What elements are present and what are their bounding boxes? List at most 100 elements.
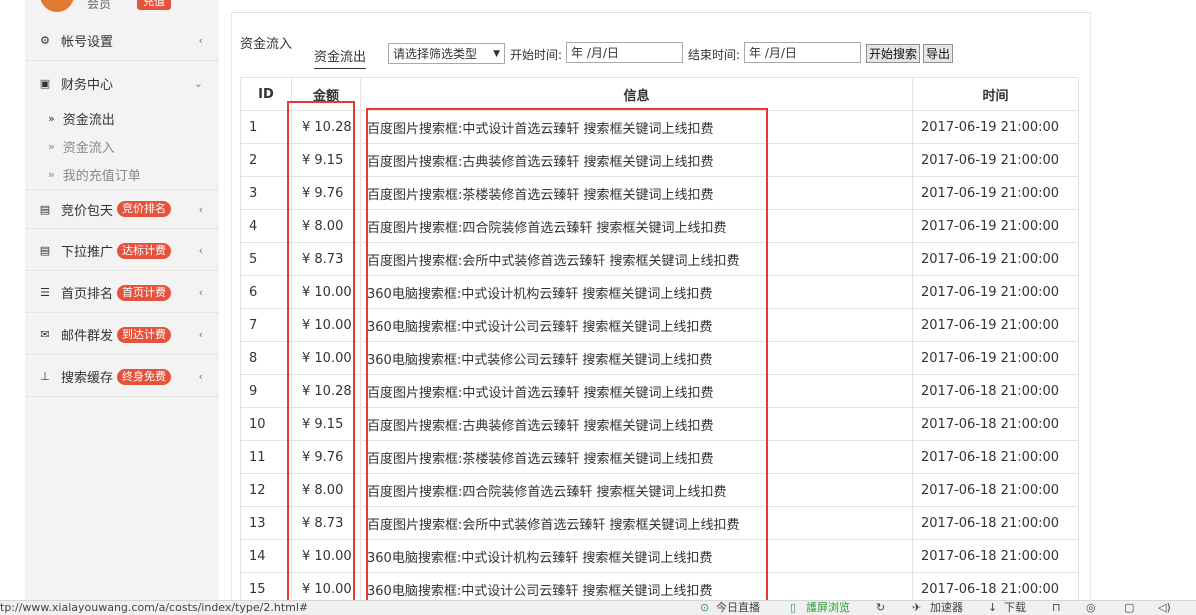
chevron-left-icon: ‹	[198, 34, 203, 47]
triangle-down-icon: ▼	[493, 48, 500, 59]
column-header-info: 信息	[360, 77, 913, 111]
window-icon[interactable]: ▢	[1124, 601, 1134, 615]
cell-info: 百度图片搜索框:中式设计首选云臻轩 搜索框关键词上线扣费	[360, 374, 913, 408]
end-date-input[interactable]: 年 /月/日	[744, 42, 861, 63]
status-badge: 竞价排名	[117, 201, 172, 217]
cell-id: 8	[240, 341, 292, 375]
filter-type-select[interactable]: 请选择筛选类型 ▼	[388, 43, 505, 64]
user-name: 会员	[87, 0, 112, 11]
cell-id: 9	[240, 374, 292, 408]
sidebar-item-finance[interactable]: ▣ 财务中心 ⌄	[25, 63, 219, 103]
export-button[interactable]: 导出	[923, 44, 954, 63]
sidebar-sub-funds-out[interactable]: » 资金流出	[25, 104, 219, 132]
sidebar-item-search-cache[interactable]: ⊥ 搜索缓存 终身免费 ‹	[25, 357, 219, 397]
list-card-icon: ▤	[39, 202, 51, 216]
table-row: 13 ¥ 8.73 百度图片搜索框:会所中式装修首选云臻轩 搜索框关键词上线扣费 20…	[240, 506, 1079, 540]
chevron-down-icon: ⌄	[193, 76, 203, 90]
browser-icon[interactable]: ◎	[1086, 601, 1096, 615]
cell-time: 2017-06-19 21:00:00	[912, 110, 1079, 144]
gear-icon: ⚙	[40, 34, 50, 47]
cell-time: 2017-06-19 21:00:00	[912, 242, 1079, 276]
status-accelerate[interactable]: 加速器	[930, 601, 963, 615]
table-row: 9 ¥ 10.28 百度图片搜索框:中式设计首选云臻轩 搜索框关键词上线扣费 2017…	[240, 374, 1079, 408]
cell-amount: ¥ 8.73	[291, 242, 361, 276]
status-url: tp://www.xialayouwang.com/a/costs/index/…	[0, 601, 309, 614]
screen-icon[interactable]: ▯	[790, 601, 796, 615]
cell-info: 360电脑搜索框:中式设计公司云臻轩 搜索框关键词上线扣费	[360, 308, 913, 342]
status-screen[interactable]: 護屏浏览	[806, 601, 850, 615]
double-chevron-icon: »	[48, 167, 55, 181]
table-row: 7 ¥ 10.00 360电脑搜索框:中式设计公司云臻轩 搜索框关键词上线扣费 201…	[240, 308, 1079, 342]
money-icon: ▣	[39, 76, 51, 90]
sidebar-item-mass-mail[interactable]: ✉ 邮件群发 到达计费 ‹	[25, 315, 219, 355]
list-icon: ☰	[40, 286, 50, 299]
funds-out-table: ID 金额 信息 时间 1 ¥ 10.28 百度图片搜索框:中式设计首选云臻轩 搜索…	[240, 77, 1079, 606]
cell-amount: ¥ 10.28	[291, 110, 361, 144]
recharge-button[interactable]: 充值	[137, 0, 171, 10]
end-date-placeholder: 年 /月/日	[749, 46, 797, 60]
table-row: 4 ¥ 8.00 百度图片搜索框:四合院装修首选云臻轩 搜索框关键词上线扣费 2017…	[240, 209, 1079, 243]
cell-info: 百度图片搜索框:四合院装修首选云臻轩 搜索框关键词上线扣费	[360, 473, 913, 507]
cell-info: 360电脑搜索框:中式设计机构云臻轩 搜索框关键词上线扣费	[360, 539, 913, 573]
chevron-left-icon: ‹	[198, 202, 203, 216]
layout-icon[interactable]: ⊓	[1052, 601, 1061, 615]
start-time-label: 开始时间:	[510, 48, 563, 62]
status-live[interactable]: 今日直播	[716, 601, 760, 615]
cell-time: 2017-06-18 21:00:00	[912, 473, 1079, 507]
cell-amount: ¥ 8.00	[291, 473, 361, 507]
cell-time: 2017-06-19 21:00:00	[912, 176, 1079, 210]
cell-id: 14	[240, 539, 292, 573]
cell-info: 百度图片搜索框:茶楼装修首选云臻轩 搜索框关键词上线扣费	[360, 440, 913, 474]
search-button[interactable]: 开始搜索	[866, 44, 921, 63]
table-row: 11 ¥ 9.76 百度图片搜索框:茶楼装修首选云臻轩 搜索框关键词上线扣费 2017…	[240, 440, 1079, 474]
double-chevron-icon: »	[48, 139, 55, 153]
sidebar-item-account-settings[interactable]: ⚙ 帐号设置 ‹	[25, 21, 219, 61]
avatar[interactable]	[40, 0, 74, 12]
cell-info: 百度图片搜索框:中式设计首选云臻轩 搜索框关键词上线扣费	[360, 110, 913, 144]
sidebar-sub-recharge-orders[interactable]: » 我的充值订单	[25, 160, 219, 188]
cell-amount: ¥ 10.00	[291, 308, 361, 342]
table-row: 10 ¥ 9.15 百度图片搜索框:古典装修首选云臻轩 搜索框关键词上线扣费 2017…	[240, 407, 1079, 441]
sidebar-item-label: 下拉推广	[61, 245, 114, 260]
chevron-left-icon: ‹	[198, 328, 203, 341]
table-row: 8 ¥ 10.00 360电脑搜索框:中式装修公司云臻轩 搜索框关键词上线扣费 201…	[240, 341, 1079, 375]
sidebar-item-label: 竞价包天	[61, 203, 114, 219]
download-icon[interactable]: ↓	[988, 601, 997, 615]
pin-icon: ⊥	[40, 370, 50, 383]
live-icon[interactable]: ⊙	[700, 601, 709, 615]
cell-info: 360电脑搜索框:中式装修公司云臻轩 搜索框关键词上线扣费	[360, 341, 913, 375]
sidebar-sub-funds-in[interactable]: » 资金流入	[25, 132, 219, 160]
status-badge: 终身免费	[117, 368, 172, 385]
status-download[interactable]: 下载	[1004, 601, 1026, 615]
end-time-label: 结束时间:	[688, 48, 741, 62]
double-chevron-icon: »	[48, 111, 55, 125]
cell-id: 12	[240, 473, 292, 507]
start-date-input[interactable]: 年 /月/日	[566, 42, 683, 63]
cell-time: 2017-06-19 21:00:00	[912, 341, 1079, 375]
table-row: 5 ¥ 8.73 百度图片搜索框:会所中式装修首选云臻轩 搜索框关键词上线扣费 201…	[240, 242, 1079, 276]
cell-id: 10	[240, 407, 292, 441]
table-row: 14 ¥ 10.00 360电脑搜索框:中式设计机构云臻轩 搜索框关键词上线扣费 20…	[240, 539, 1079, 573]
cell-amount: ¥ 9.76	[291, 440, 361, 474]
table-row: 12 ¥ 8.00 百度图片搜索框:四合院装修首选云臻轩 搜索框关键词上线扣费 201…	[240, 473, 1079, 507]
start-date-placeholder: 年 /月/日	[571, 46, 619, 60]
tab-funds-out[interactable]: 资金流出	[314, 46, 367, 69]
cell-amount: ¥ 10.28	[291, 374, 361, 408]
speaker-icon[interactable]: ◁)	[1158, 601, 1171, 615]
cell-info: 百度图片搜索框:四合院装修首选云臻轩 搜索框关键词上线扣费	[360, 209, 913, 243]
tab-funds-in[interactable]: 资金流入	[240, 33, 292, 52]
cell-time: 2017-06-18 21:00:00	[912, 506, 1079, 540]
sidebar-item-homepage-rank[interactable]: ☰ 首页排名 首页计费 ‹	[25, 273, 219, 313]
cell-info: 百度图片搜索框:古典装修首选云臻轩 搜索框关键词上线扣费	[360, 143, 913, 177]
sidebar-item-bidding[interactable]: ▤ 竞价包天 竞价排名 ‹	[25, 189, 219, 229]
cell-time: 2017-06-19 21:00:00	[912, 143, 1079, 177]
refresh-icon[interactable]: ↻	[876, 601, 885, 615]
chevron-left-icon: ‹	[198, 370, 203, 383]
cell-info: 百度图片搜索框:古典装修首选云臻轩 搜索框关键词上线扣费	[360, 407, 913, 441]
table-row: 6 ¥ 10.00 360电脑搜索框:中式设计机构云臻轩 搜索框关键词上线扣费 201…	[240, 275, 1079, 309]
sidebar-item-label: 邮件群发	[61, 329, 114, 344]
cell-time: 2017-06-19 21:00:00	[912, 275, 1079, 309]
rocket-icon[interactable]: ✈	[912, 601, 921, 615]
table-header-row: ID 金额 信息 时间	[240, 77, 1079, 111]
sidebar-item-dropdown-promo[interactable]: ▤ 下拉推广 达标计费 ‹	[25, 231, 219, 271]
